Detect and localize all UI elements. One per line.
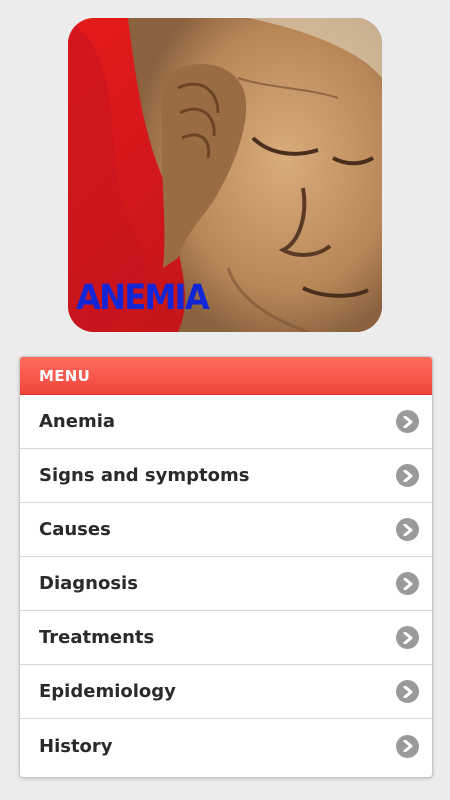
menu-item-causes[interactable]: Causes xyxy=(20,503,432,557)
menu-item-anemia[interactable]: Anemia xyxy=(20,395,432,449)
menu-item-label: Treatments xyxy=(39,627,155,648)
menu-item-label: Causes xyxy=(39,519,111,540)
chevron-right-icon xyxy=(396,572,419,595)
menu-header: MENU xyxy=(20,357,432,395)
menu-item-diagnosis[interactable]: Diagnosis xyxy=(20,557,432,611)
menu-item-label: Diagnosis xyxy=(39,573,138,594)
menu-header-label: MENU xyxy=(39,366,91,385)
menu-item-label: Signs and symptoms xyxy=(39,465,250,486)
menu-item-history[interactable]: History xyxy=(20,719,432,773)
chevron-right-icon xyxy=(396,680,419,703)
hero-image: ANEMIA xyxy=(68,18,382,332)
app-screen: ANEMIA MENU Anemia Signs and symptoms Ca… xyxy=(0,0,450,800)
menu-item-treatments[interactable]: Treatments xyxy=(20,611,432,665)
hero-caption: ANEMIA xyxy=(76,278,210,318)
menu-list: Anemia Signs and symptoms Causes Diagnos… xyxy=(20,395,432,773)
chevron-right-icon xyxy=(396,734,419,758)
menu-item-label: Anemia xyxy=(39,411,116,432)
menu-item-signs-and-symptoms[interactable]: Signs and symptoms xyxy=(20,449,432,503)
menu-panel: MENU Anemia Signs and symptoms Causes Di… xyxy=(19,356,433,778)
chevron-right-icon xyxy=(396,464,419,487)
chevron-right-icon xyxy=(396,410,419,433)
menu-item-label: History xyxy=(39,735,113,757)
chevron-right-icon xyxy=(396,626,419,649)
menu-item-label: Epidemiology xyxy=(39,681,176,702)
chevron-right-icon xyxy=(396,518,419,541)
menu-item-epidemiology[interactable]: Epidemiology xyxy=(20,665,432,719)
